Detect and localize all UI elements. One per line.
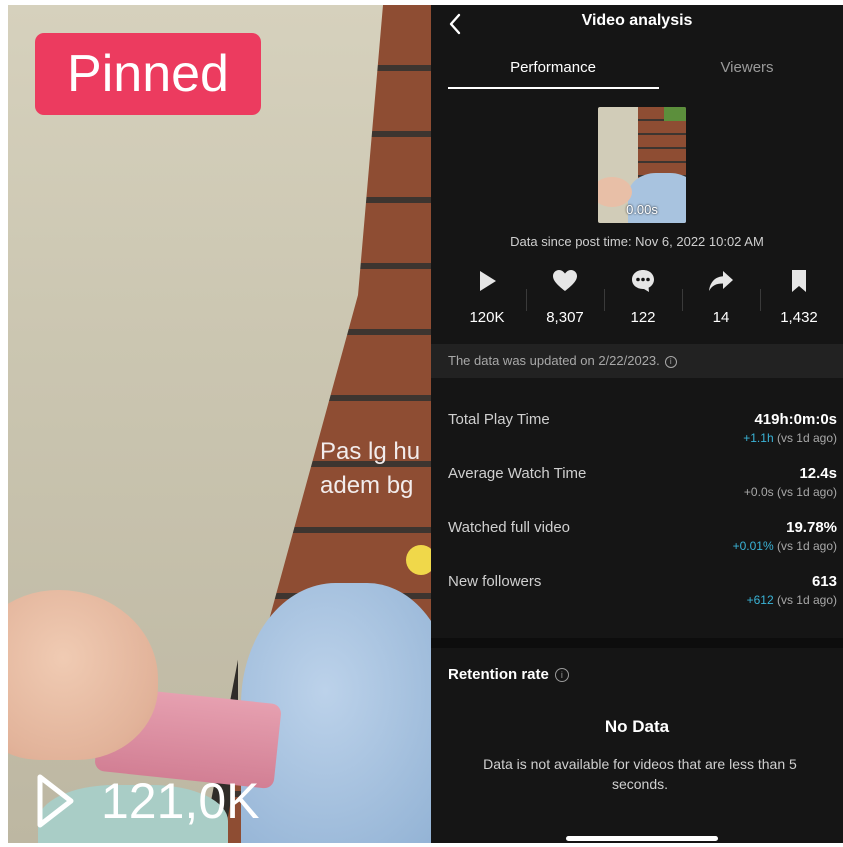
delta-suffix: (vs 1d ago) (773, 593, 837, 607)
caption-line-1: Pas lg hu (320, 438, 421, 465)
metric-value: 419h:0m:0s (754, 411, 837, 428)
stat-value: 122 (630, 309, 656, 326)
info-icon[interactable]: i (664, 356, 677, 368)
view-count-overlay: 121,0K (35, 773, 259, 829)
metric-watched-full-video: Watched full video 19.78% +0.01% (vs 1d … (448, 519, 837, 569)
stat-value: 8,307 (546, 309, 584, 326)
metric-label: Watched full video (448, 519, 571, 536)
metric-delta: +1.1h (vs 1d ago) (743, 431, 837, 445)
delta-suffix: (vs 1d ago) (773, 539, 837, 553)
yellow-object (406, 545, 431, 575)
video-duration: 0.00s (626, 202, 658, 217)
no-data-title: No Data (604, 717, 670, 736)
metric-delta: +0.0s (vs 1d ago) (744, 485, 837, 499)
metric-new-followers: New followers 613 +612 (vs 1d ago) (448, 573, 837, 623)
view-count: 121,0K (101, 773, 260, 829)
metric-average-watch-time: Average Watch Time 12.4s +0.0s (vs 1d ag… (448, 465, 837, 515)
metric-total-play-time: Total Play Time 419h:0m:0s +1.1h (vs 1d … (448, 411, 837, 461)
tab-viewers[interactable]: Viewers (641, 55, 843, 81)
video-preview[interactable]: 0.00s (598, 107, 686, 223)
preview-plant (664, 107, 686, 121)
play-icon (448, 267, 526, 295)
section-divider (431, 638, 843, 648)
heart-icon (526, 267, 604, 295)
stat-likes: 8,307 (526, 267, 604, 333)
stat-views: 120K (448, 267, 526, 333)
data-updated-text: The data was updated on 2/22/2023. i (448, 344, 677, 378)
retention-title: Retention rate i (448, 666, 569, 683)
metric-label: Average Watch Time (448, 465, 587, 482)
metric-label: Total Play Time (448, 411, 550, 428)
stat-value: 120K (469, 309, 505, 326)
tab-performance[interactable]: Performance (448, 55, 658, 81)
delta-value: +1.1h (743, 431, 774, 445)
play-outline-icon (35, 773, 75, 829)
metric-delta: +612 (vs 1d ago) (747, 593, 837, 607)
metric-delta: +0.01% (vs 1d ago) (733, 539, 837, 553)
page-title: Video analysis (581, 12, 693, 29)
delta-value: +612 (746, 593, 774, 607)
metric-label: New followers (448, 573, 542, 590)
no-data-message: Data is not available for videos that ar… (483, 756, 797, 792)
stat-comments: 122 (604, 267, 682, 333)
pinned-badge: Pinned (35, 33, 261, 115)
data-since-text: Data since post time: Nov 6, 2022 10:02 … (510, 234, 764, 249)
active-tab-indicator (448, 87, 659, 89)
delta-suffix: (vs 1d ago) (773, 431, 837, 445)
stat-value: 14 (712, 309, 730, 326)
comment-icon (604, 267, 682, 295)
metric-value: 613 (811, 573, 837, 590)
info-icon[interactable]: i (554, 668, 569, 682)
delta-value: +0.0s (743, 485, 774, 499)
metric-value: 19.78% (786, 519, 837, 536)
stat-value: 1,432 (780, 309, 818, 326)
video-analysis-panel: Video analysis Performance Viewers 0.00s… (431, 5, 843, 843)
delta-value: +0.01% (732, 539, 774, 553)
caption-line-2: adem bg (320, 472, 414, 499)
home-indicator[interactable] (566, 836, 718, 841)
engagement-stats: 120K 8,307 122 14 1,432 (448, 267, 838, 333)
stat-shares: 14 (682, 267, 760, 333)
video-thumbnail-panel[interactable]: Pinned Pas lg hu adem bg 121,0K (8, 5, 431, 843)
video-caption: Pas lg hu adem bg (320, 435, 431, 503)
bookmark-icon (760, 267, 838, 295)
delta-suffix: (vs 1d ago) (773, 485, 837, 499)
updated-text: The data was updated on 2/22/2023. (448, 353, 660, 368)
data-updated-banner: The data was updated on 2/22/2023. i (431, 344, 843, 378)
share-icon (682, 267, 760, 295)
metric-value: 12.4s (799, 465, 837, 482)
stat-saves: 1,432 (760, 267, 838, 333)
retention-title-text: Retention rate (448, 666, 549, 683)
tab-bar: Performance Viewers (431, 55, 843, 93)
